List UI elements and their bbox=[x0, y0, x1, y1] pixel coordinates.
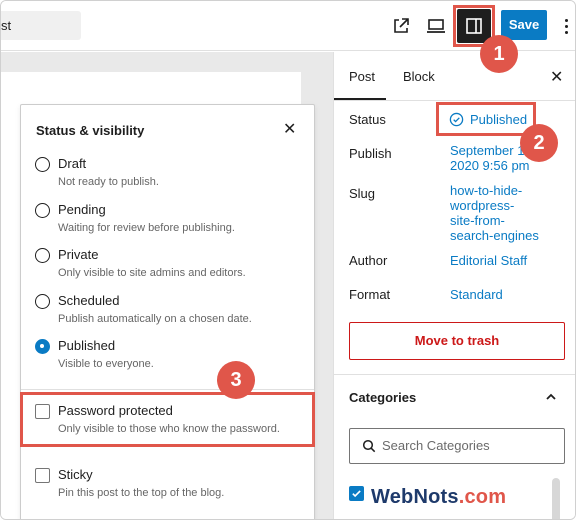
radio-pending[interactable] bbox=[35, 203, 50, 218]
external-link-icon[interactable] bbox=[388, 13, 414, 39]
document-title-field[interactable]: st bbox=[1, 11, 81, 40]
slug-line: site-from- bbox=[450, 213, 505, 228]
sticky-checkbox[interactable] bbox=[35, 468, 50, 483]
option-description: Pin this post to the top of the blog. bbox=[58, 487, 225, 499]
popover-divider bbox=[21, 389, 314, 390]
search-icon bbox=[362, 439, 376, 453]
option-description: Not ready to publish. bbox=[58, 176, 159, 188]
option-label: Pending bbox=[58, 202, 106, 217]
radio-published[interactable] bbox=[35, 339, 50, 354]
chevron-up-icon[interactable] bbox=[544, 390, 558, 409]
category-checkbox[interactable] bbox=[349, 486, 364, 501]
webnots-watermark: WebNots.com bbox=[371, 486, 506, 509]
status-visibility-popover: Status & visibility ✕ Draft Not ready to… bbox=[20, 104, 315, 519]
option-description: Waiting for review before publishing. bbox=[58, 222, 235, 234]
highlight-box-status bbox=[436, 102, 536, 136]
option-label: Private bbox=[58, 247, 99, 262]
close-icon[interactable]: ✕ bbox=[283, 122, 296, 138]
author-label: Author bbox=[349, 253, 388, 268]
slug-label: Slug bbox=[349, 186, 376, 201]
author-link[interactable]: Editorial Staff bbox=[450, 253, 527, 268]
checkmark-icon bbox=[352, 490, 361, 498]
categories-search-box[interactable] bbox=[349, 428, 565, 464]
categories-scrollbar[interactable] bbox=[552, 478, 560, 519]
search-categories-input[interactable] bbox=[382, 438, 552, 453]
option-description: Only visible to site admins and editors. bbox=[58, 267, 246, 279]
step-marker-3: 3 bbox=[217, 361, 255, 399]
publish-date-line: 2020 9:56 pm bbox=[450, 158, 530, 173]
tab-block[interactable]: Block bbox=[403, 69, 435, 84]
move-to-trash-button[interactable]: Move to trash bbox=[349, 322, 565, 360]
categories-heading[interactable]: Categories bbox=[349, 390, 416, 405]
slug-line: how-to-hide- bbox=[450, 183, 523, 198]
option-label: Draft bbox=[58, 156, 87, 171]
save-button[interactable]: Save bbox=[501, 10, 547, 40]
radio-private[interactable] bbox=[35, 248, 50, 263]
format-link[interactable]: Standard bbox=[450, 287, 503, 302]
option-description: Visible to everyone. bbox=[58, 358, 154, 370]
popover-title: Status & visibility bbox=[36, 123, 145, 138]
option-label: Published bbox=[58, 338, 116, 353]
tabs-divider bbox=[334, 100, 575, 101]
option-label: Sticky bbox=[58, 467, 93, 482]
close-icon[interactable]: ✕ bbox=[550, 67, 563, 87]
option-description: Publish automatically on a chosen date. bbox=[58, 313, 252, 325]
watermark-suffix: .com bbox=[458, 486, 507, 508]
more-options-icon[interactable] bbox=[559, 13, 573, 39]
step-marker-2: 2 bbox=[520, 124, 558, 162]
slug-link[interactable]: how-to-hide- wordpress- site-from- searc… bbox=[450, 183, 539, 243]
radio-scheduled[interactable] bbox=[35, 294, 50, 309]
highlight-box-password bbox=[20, 392, 315, 447]
slug-line: wordpress- bbox=[450, 198, 515, 213]
slug-line: search-engines bbox=[450, 228, 539, 243]
status-label: Status bbox=[349, 112, 386, 127]
editor-window: st Save Status & visibility ✕ Draft Not … bbox=[0, 0, 576, 520]
step-marker-1: 1 bbox=[480, 35, 518, 73]
radio-draft[interactable] bbox=[35, 157, 50, 172]
tab-post[interactable]: Post bbox=[349, 69, 375, 84]
watermark-brand: WebNots bbox=[371, 486, 459, 508]
format-label: Format bbox=[349, 287, 391, 302]
option-label: Scheduled bbox=[58, 293, 120, 308]
publish-label: Publish bbox=[349, 146, 392, 161]
desktop-preview-icon[interactable] bbox=[423, 13, 449, 39]
sidebar-divider bbox=[334, 374, 575, 375]
